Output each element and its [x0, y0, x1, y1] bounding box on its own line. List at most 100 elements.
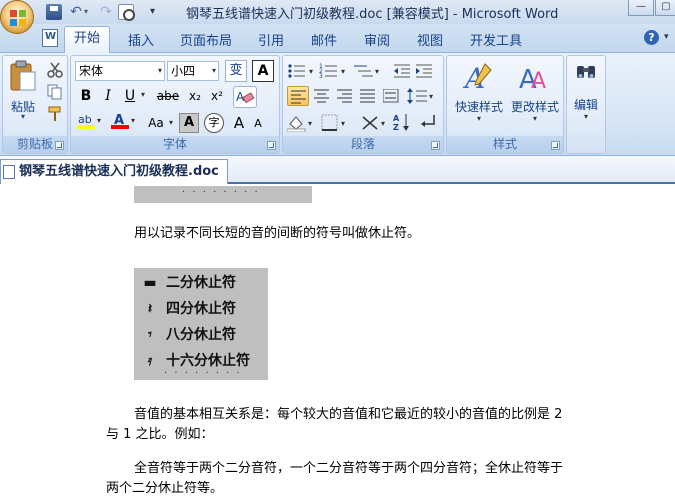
clear-format-button[interactable]: A — [233, 86, 257, 108]
help-icon[interactable]: ? — [644, 30, 659, 45]
numbering-icon[interactable]: 1 2 3 ▾ — [319, 62, 349, 80]
svg-text:▾: ▾ — [381, 119, 385, 128]
edit-dropdown-icon: ▾ — [583, 112, 588, 121]
paragraph-ratio-line1: 音值的基本相互关系是：每个较大的音值和它最近的较小的音值的比例是 2 — [134, 407, 563, 422]
rest-row-quarter: 𝄽 四分休止符 — [134, 298, 264, 320]
font-launcher-icon[interactable] — [267, 141, 276, 150]
tab-references[interactable]: 引用 — [258, 30, 284, 49]
tab-insert[interactable]: 插入 — [128, 30, 154, 49]
distributed-icon[interactable] — [383, 89, 399, 103]
align-left-button[interactable] — [287, 86, 309, 106]
subscript-button[interactable]: x₂ — [185, 89, 205, 103]
show-marks-icon[interactable] — [419, 112, 439, 132]
paste-button[interactable]: 粘贴 ▾ — [7, 60, 39, 121]
font-color-dropdown-icon[interactable]: ▾ — [131, 116, 135, 125]
italic-button[interactable]: I — [99, 88, 117, 104]
tab-home[interactable]: 开始 — [64, 26, 110, 54]
document-tab-label: 钢琴五线谱快速入门初级教程.doc — [19, 164, 219, 179]
format-painter-icon[interactable] — [47, 106, 63, 122]
paragraph-group: ▾ 1 2 3 ▾ ▾ ▾ ▾ ▾ ▾ A Z 段落 — [282, 55, 444, 154]
decrease-indent-icon[interactable] — [393, 62, 411, 80]
redo-icon[interactable]: ↷ — [98, 4, 114, 20]
customize-qat-icon[interactable]: ▾ — [150, 4, 166, 20]
multilevel-list-icon[interactable]: ▾ — [353, 62, 383, 80]
font-family-select[interactable]: 宋体 ▾ — [75, 61, 165, 81]
bold-button[interactable]: B — [77, 88, 95, 104]
font-group: 宋体 ▾ 小四 ▾ 变 A B I U ▾ abe x₂ x² A ab ▾ A… — [70, 55, 280, 154]
rest-row-eighth: 𝄾 八分休止符 — [134, 324, 264, 346]
increase-indent-icon[interactable] — [415, 62, 433, 80]
tab-view[interactable]: 视图 — [417, 30, 443, 49]
rest-symbols-image: ▬ 二分休止符 𝄽 四分休止符 𝄾 八分休止符 𝄿 十六分休止符 · · · ·… — [134, 268, 268, 380]
document-tab[interactable]: 钢琴五线谱快速入门初级教程.doc — [0, 159, 228, 184]
paste-icon — [10, 60, 36, 91]
paragraph-launcher-icon[interactable] — [431, 141, 440, 150]
enclose-char-button[interactable]: 字 — [204, 113, 224, 133]
cut-icon[interactable] — [47, 62, 63, 78]
shading-icon[interactable]: ▾ — [287, 114, 317, 132]
font-color-button[interactable]: A ▾ — [111, 112, 141, 134]
underline-button[interactable]: U — [121, 88, 139, 104]
maximize-button[interactable]: ▢ — [655, 0, 675, 16]
asian-layout-icon[interactable]: ▾ — [361, 114, 391, 132]
superscript-button[interactable]: x² — [207, 89, 227, 103]
svg-text:▾: ▾ — [375, 67, 379, 76]
borders-icon[interactable]: ▾ — [321, 114, 351, 132]
word-doc-icon[interactable] — [42, 29, 58, 47]
enclose-char-icon: 字 — [208, 116, 220, 129]
document-page[interactable]: · · · · · · · · 用以记录不同长短的音的间断的符号叫做休止符。 ▬… — [0, 186, 675, 503]
underline-dropdown-icon[interactable]: ▾ — [139, 90, 147, 99]
change-styles-button[interactable]: A A 更改样式 ▾ — [507, 60, 563, 130]
tab-review[interactable]: 审阅 — [364, 30, 390, 49]
paragraph-ratio-line2: 与 1 之比。例如： — [106, 427, 214, 442]
grow-font-button[interactable]: A — [231, 114, 247, 132]
align-left-icon — [291, 90, 306, 104]
document-tab-strip: 钢琴五线谱快速入门初级教程.doc — [0, 156, 675, 184]
undo-dropdown-icon[interactable]: ▾ — [84, 4, 92, 20]
bullets-icon[interactable]: ▾ — [287, 62, 317, 80]
highlight-dropdown-icon[interactable]: ▾ — [97, 116, 101, 125]
paragraph-group-label: 段落 — [283, 136, 443, 153]
styles-group-label: 样式 — [447, 136, 563, 153]
quick-styles-dropdown-icon: ▾ — [476, 114, 481, 123]
line-spacing-icon[interactable]: ▾ — [407, 88, 437, 104]
undo-icon[interactable]: ↶ — [68, 4, 84, 20]
strikethrough-button[interactable]: abe — [155, 89, 181, 103]
save-icon[interactable] — [46, 4, 62, 20]
svg-text:▾: ▾ — [309, 67, 313, 76]
styles-launcher-icon[interactable] — [551, 141, 560, 150]
minimize-button[interactable]: — — [628, 0, 654, 16]
change-case-dropdown-icon[interactable]: ▾ — [167, 118, 175, 127]
tab-page-layout[interactable]: 页面布局 — [180, 30, 232, 49]
sort-icon[interactable]: A Z — [393, 112, 413, 132]
justify-icon[interactable] — [360, 89, 376, 103]
office-button[interactable] — [0, 0, 34, 34]
change-case-button[interactable]: Aa — [145, 116, 167, 130]
highlight-button[interactable]: ab ▾ — [77, 112, 105, 134]
align-right-icon[interactable] — [337, 89, 353, 103]
quick-styles-button[interactable]: A 快速样式 ▾ — [451, 60, 507, 130]
paste-dropdown-icon[interactable]: ▾ — [7, 112, 39, 121]
char-shading-button[interactable]: A — [179, 113, 199, 133]
tab-mailings[interactable]: 邮件 — [311, 30, 337, 49]
tab-developer[interactable]: 开发工具 — [470, 30, 522, 49]
font-size-select[interactable]: 小四 ▾ — [167, 61, 219, 81]
svg-text:▾: ▾ — [341, 119, 345, 128]
shrink-font-button[interactable]: A — [251, 117, 265, 130]
ribbon-minimize-icon[interactable]: ▾ — [664, 32, 669, 42]
window-title: 钢琴五线谱快速入门初级教程.doc [兼容模式] - Microsoft Wor… — [186, 7, 559, 22]
print-preview-icon[interactable] — [118, 4, 135, 21]
clipboard-launcher-icon[interactable] — [55, 141, 64, 150]
copy-icon[interactable] — [47, 84, 63, 100]
phonetic-guide-icon: 变 — [229, 63, 243, 78]
clipboard-group: 粘贴 ▾ 剪贴板 — [2, 55, 68, 154]
char-border-button[interactable]: A — [252, 60, 274, 82]
change-styles-dropdown-icon: ▾ — [532, 114, 537, 123]
align-center-icon[interactable] — [314, 89, 330, 103]
svg-text:A: A — [531, 69, 546, 94]
image-dots-top: · · · · · · · · — [182, 187, 260, 198]
ribbon-tabs: 开始 插入 页面布局 引用 邮件 审阅 视图 开发工具 ? ▾ — [0, 24, 675, 54]
edit-group[interactable]: 编辑 ▾ — [566, 55, 606, 154]
image-dots-bottom: · · · · · · · · — [164, 368, 242, 379]
phonetic-guide-button[interactable]: 变 — [225, 60, 247, 82]
